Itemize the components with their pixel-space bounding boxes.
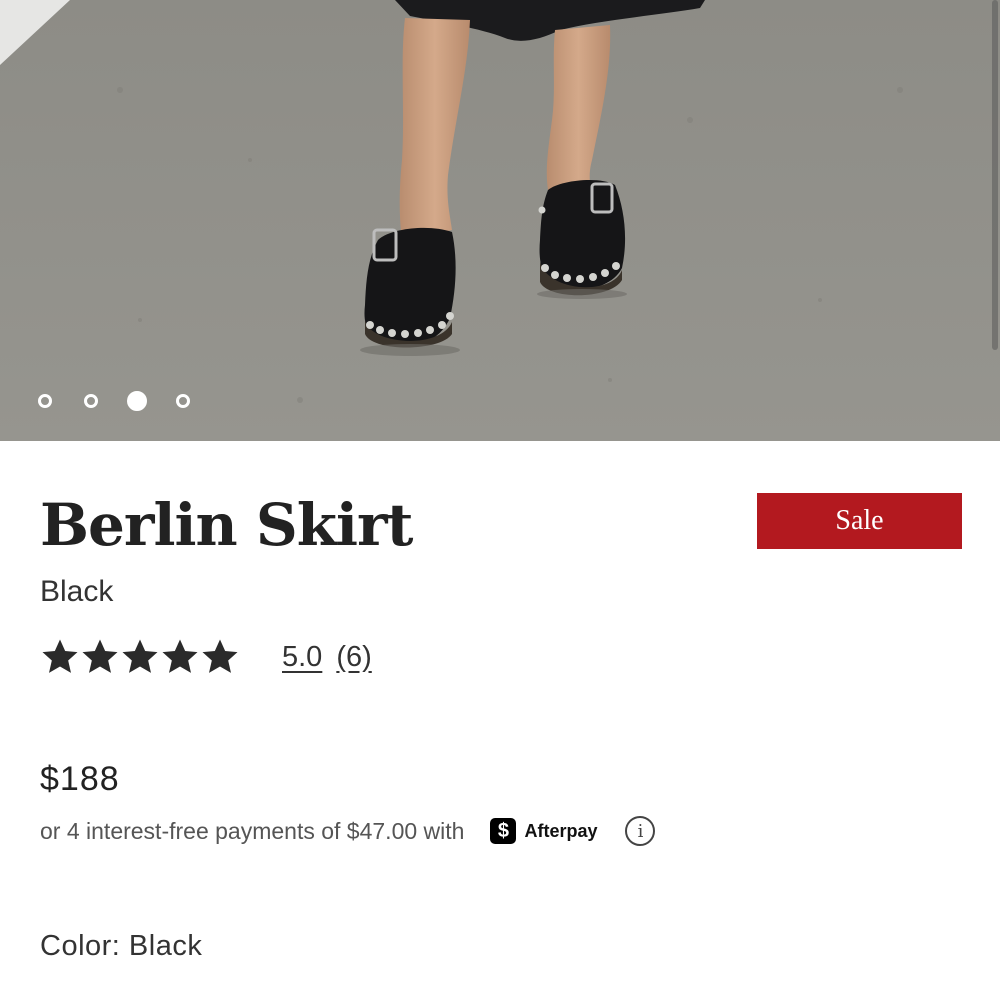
afterpay-logo: $ Afterpay — [490, 818, 597, 844]
star-icon — [42, 639, 78, 673]
rating-score-link[interactable]: 5.0 — [282, 641, 322, 674]
product-photo — [0, 0, 1000, 441]
sale-badge: Sale — [757, 493, 962, 549]
installment-info: or 4 interest-free payments of $47.00 wi… — [40, 816, 656, 846]
star-icon — [162, 639, 198, 673]
carousel-pagination — [38, 391, 222, 411]
star-icon — [202, 639, 238, 673]
product-variant: Black — [40, 575, 114, 608]
selected-color-label: Color: Black — [40, 930, 203, 962]
info-icon[interactable]: i — [625, 816, 656, 846]
star-rating — [40, 637, 240, 677]
carousel-dot-4[interactable] — [176, 394, 190, 408]
installment-text: or 4 interest-free payments of $47.00 wi… — [40, 817, 465, 844]
product-rating: 5.0 (6) — [40, 637, 372, 677]
afterpay-icon: $ — [490, 818, 517, 844]
product-title: Berlin Skirt — [40, 491, 413, 559]
product-price: $188 — [40, 760, 120, 798]
product-page: Berlin Skirt Sale Black 5.0 (6) $188 or … — [0, 0, 1000, 1000]
afterpay-name: Afterpay — [524, 820, 598, 841]
product-image-carousel[interactable] — [0, 0, 1000, 441]
review-count-link[interactable]: (6) — [336, 641, 371, 674]
image-scrollbar[interactable] — [992, 0, 998, 350]
star-icon — [82, 639, 118, 673]
carousel-dot-1[interactable] — [38, 394, 52, 408]
carousel-dot-3-active[interactable] — [127, 391, 147, 411]
star-icon — [122, 639, 158, 673]
carousel-dot-2[interactable] — [84, 394, 98, 408]
